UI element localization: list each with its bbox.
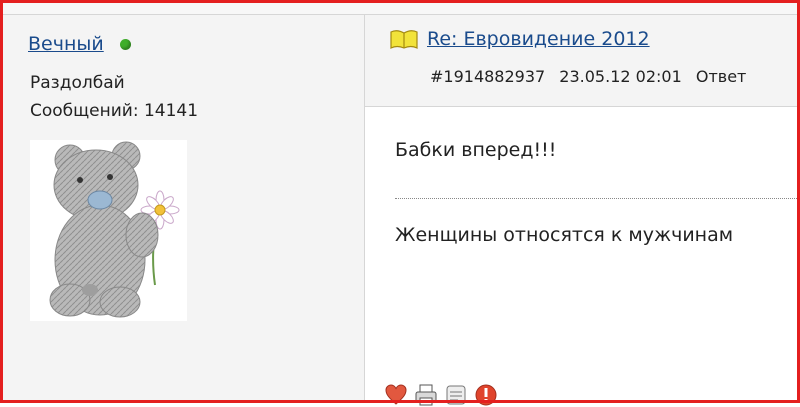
heart-icon[interactable] — [384, 383, 408, 407]
reply-link[interactable]: Ответ — [696, 67, 747, 86]
avatar — [30, 140, 187, 321]
username-link[interactable]: Вечный — [28, 33, 104, 55]
post-number-link[interactable]: #1914882937 — [430, 67, 545, 86]
print-icon[interactable] — [414, 383, 438, 407]
user-rank: Раздолбай — [30, 73, 125, 93]
quote-icon[interactable] — [444, 383, 468, 407]
user-post-count: Сообщений: 14141 — [30, 101, 199, 121]
user-info: Вечный — [28, 33, 131, 55]
report-icon[interactable] — [474, 383, 498, 407]
post-body: Бабки вперед!!! — [395, 139, 557, 161]
post-title-link[interactable]: Re: Евровидение 2012 — [427, 28, 650, 50]
post-actions — [384, 383, 498, 407]
online-status-icon — [119, 38, 131, 50]
post-datetime: 23.05.12 02:01 — [559, 67, 682, 86]
top-strip — [3, 3, 797, 15]
teddy-bear-avatar-icon — [49, 141, 180, 318]
post-signature: Женщины относятся к мужчинам — [395, 224, 734, 246]
signature-separator — [395, 198, 797, 199]
post-title-row: Re: Евровидение 2012 — [390, 28, 650, 50]
post-meta: #1914882937 23.05.12 02:01 Ответ — [430, 67, 755, 86]
book-icon — [390, 30, 418, 49]
